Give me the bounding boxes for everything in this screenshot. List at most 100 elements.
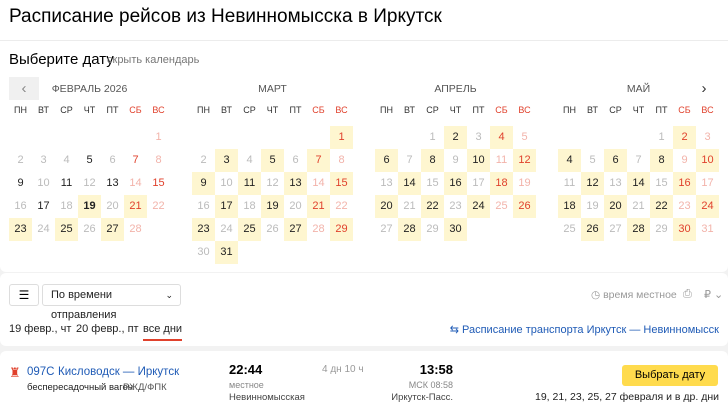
timezone-toggle[interactable]: ◷ время местное bbox=[591, 289, 677, 301]
empty-cell bbox=[238, 126, 261, 149]
day-cell-available[interactable]: 30 bbox=[444, 218, 467, 241]
day-cell-available[interactable]: 29 bbox=[330, 218, 353, 241]
day-cell-available[interactable]: 6 bbox=[375, 149, 398, 172]
day-cell-available[interactable]: 22 bbox=[650, 195, 673, 218]
currency-label: ₽ bbox=[704, 289, 711, 301]
day-cell: 1 bbox=[155, 131, 162, 143]
reverse-link-label: Расписание транспорта Иркутск — Невинном… bbox=[462, 324, 719, 336]
tab-day-2[interactable]: 20 февр., пт bbox=[76, 323, 139, 335]
day-cell-available[interactable]: 31 bbox=[215, 241, 238, 264]
day-cell-available[interactable]: 17 bbox=[215, 195, 238, 218]
day-cell-available[interactable]: 15 bbox=[330, 172, 353, 195]
day-cell-available[interactable]: 16 bbox=[673, 172, 696, 195]
day-cell-available[interactable]: 12 bbox=[581, 172, 604, 195]
day-cell-available[interactable]: 28 bbox=[398, 218, 421, 241]
day-cell: 2 bbox=[200, 154, 207, 166]
day-cell-available[interactable]: 2 bbox=[673, 126, 696, 149]
sort-dropdown[interactable]: По времени отправления ⌄ bbox=[42, 284, 181, 321]
day-cell-available[interactable]: 19 bbox=[78, 195, 101, 218]
day-cell-available[interactable]: 4 bbox=[558, 149, 581, 172]
day-cell-available[interactable]: 8 bbox=[421, 149, 444, 172]
day-cell-available[interactable]: 1 bbox=[330, 126, 353, 149]
day-cell: 26 bbox=[266, 223, 279, 235]
day-cell-available[interactable]: 10 bbox=[696, 149, 719, 172]
reverse-schedule-link[interactable]: ⇆ Расписание транспорта Иркутск — Невинн… bbox=[450, 323, 719, 336]
day-cell-available[interactable]: 7 bbox=[307, 149, 330, 172]
day-cell-available[interactable]: 14 bbox=[627, 172, 650, 195]
day-cell-available[interactable]: 23 bbox=[9, 218, 32, 241]
day-cell: 1 bbox=[429, 131, 436, 143]
day-cell: 17 bbox=[701, 177, 714, 189]
train-number-link[interactable]: 097С bbox=[27, 366, 55, 378]
day-cell-available[interactable]: 18 bbox=[490, 172, 513, 195]
day-cell-available[interactable]: 2 bbox=[444, 126, 467, 149]
day-cell-available[interactable]: 16 bbox=[444, 172, 467, 195]
day-cell-available[interactable]: 30 bbox=[673, 218, 696, 241]
day-cell: 20 bbox=[289, 200, 302, 212]
train-icon: ♜ bbox=[9, 365, 21, 380]
empty-cell bbox=[124, 126, 147, 149]
day-cell: 2 bbox=[17, 154, 24, 166]
day-cell-available[interactable]: 4 bbox=[490, 126, 513, 149]
day-cell: 18 bbox=[243, 200, 256, 212]
day-cell-available[interactable]: 27 bbox=[284, 218, 307, 241]
weekday-label: ВС bbox=[701, 105, 714, 115]
day-cell-available[interactable]: 13 bbox=[284, 172, 307, 195]
weekday-label: СБ bbox=[129, 105, 142, 115]
currency-dropdown[interactable]: ₽ ⌄ bbox=[704, 288, 723, 301]
departure-time: 22:44 bbox=[229, 362, 263, 377]
day-cell-available[interactable]: 27 bbox=[101, 218, 124, 241]
empty-cell bbox=[261, 126, 284, 149]
weekday-label: СР bbox=[609, 105, 622, 115]
day-cell-available[interactable]: 11 bbox=[238, 172, 261, 195]
day-cell-available[interactable]: 24 bbox=[696, 195, 719, 218]
day-cell: 9 bbox=[681, 154, 688, 166]
swap-icon: ⇆ bbox=[449, 324, 462, 336]
day-cell-available[interactable]: 25 bbox=[55, 218, 78, 241]
day-cell-available[interactable]: 12 bbox=[513, 149, 536, 172]
month-name: АПРЕЛЬ bbox=[434, 83, 477, 95]
day-cell-available[interactable]: 21 bbox=[307, 195, 330, 218]
empty-cell bbox=[78, 126, 101, 149]
weekday-header: ПН ВТ СР ЧТ ПТ СБ ВС bbox=[558, 105, 719, 119]
choose-date-button[interactable]: Выбрать дату bbox=[622, 365, 718, 386]
day-cell-available[interactable]: 24 bbox=[467, 195, 490, 218]
day-cell-available[interactable]: 23 bbox=[192, 218, 215, 241]
chevron-down-icon: ⌄ bbox=[165, 290, 173, 300]
weekday-label: ЧТ bbox=[449, 105, 462, 115]
day-cell-available[interactable]: 20 bbox=[604, 195, 627, 218]
day-cell-available[interactable]: 6 bbox=[604, 149, 627, 172]
day-cell-available[interactable]: 3 bbox=[215, 149, 238, 172]
day-cell: 9 bbox=[452, 154, 459, 166]
day-cell-available[interactable]: 26 bbox=[513, 195, 536, 218]
weekday-label: ВТ bbox=[404, 105, 415, 115]
day-cell-available[interactable]: 9 bbox=[192, 172, 215, 195]
day-cell-available[interactable]: 21 bbox=[124, 195, 147, 218]
day-cell-available[interactable]: 20 bbox=[375, 195, 398, 218]
tab-all-days[interactable]: все дни bbox=[143, 323, 183, 341]
hide-calendar-link[interactable]: скрыть календарь bbox=[107, 54, 199, 66]
day-cell-available[interactable]: 5 bbox=[261, 149, 284, 172]
day-cell-available[interactable]: 19 bbox=[261, 195, 284, 218]
day-cell-available[interactable]: 8 bbox=[650, 149, 673, 172]
day-cell: 6 bbox=[109, 154, 116, 166]
train-route-link[interactable]: Кисловодск — Иркутск bbox=[58, 366, 179, 378]
day-cell: 7 bbox=[406, 154, 413, 166]
tab-day-1[interactable]: 19 февр., чт bbox=[9, 323, 71, 335]
calendar-heading: Выберите дату bbox=[9, 51, 114, 68]
weekday-label: ВТ bbox=[38, 105, 49, 115]
day-cell-available[interactable]: 25 bbox=[238, 218, 261, 241]
day-cell-available[interactable]: 14 bbox=[398, 172, 421, 195]
print-icon[interactable]: ⎙ bbox=[683, 288, 692, 301]
filters-panel: ☰ По времени отправления ⌄ ◷ время местно… bbox=[0, 273, 728, 346]
day-cell: 19 bbox=[586, 200, 599, 212]
day-cell-available[interactable]: 28 bbox=[627, 218, 650, 241]
weekday-label: ЧТ bbox=[632, 105, 645, 115]
weekday-label: ПТ bbox=[655, 105, 668, 115]
day-cell-available[interactable]: 18 bbox=[558, 195, 581, 218]
day-cell-available[interactable]: 26 bbox=[581, 218, 604, 241]
day-cell-available[interactable]: 10 bbox=[467, 149, 490, 172]
filter-menu-button[interactable]: ☰ bbox=[9, 284, 39, 306]
day-cell: 19 bbox=[518, 177, 531, 189]
day-cell-available[interactable]: 22 bbox=[421, 195, 444, 218]
